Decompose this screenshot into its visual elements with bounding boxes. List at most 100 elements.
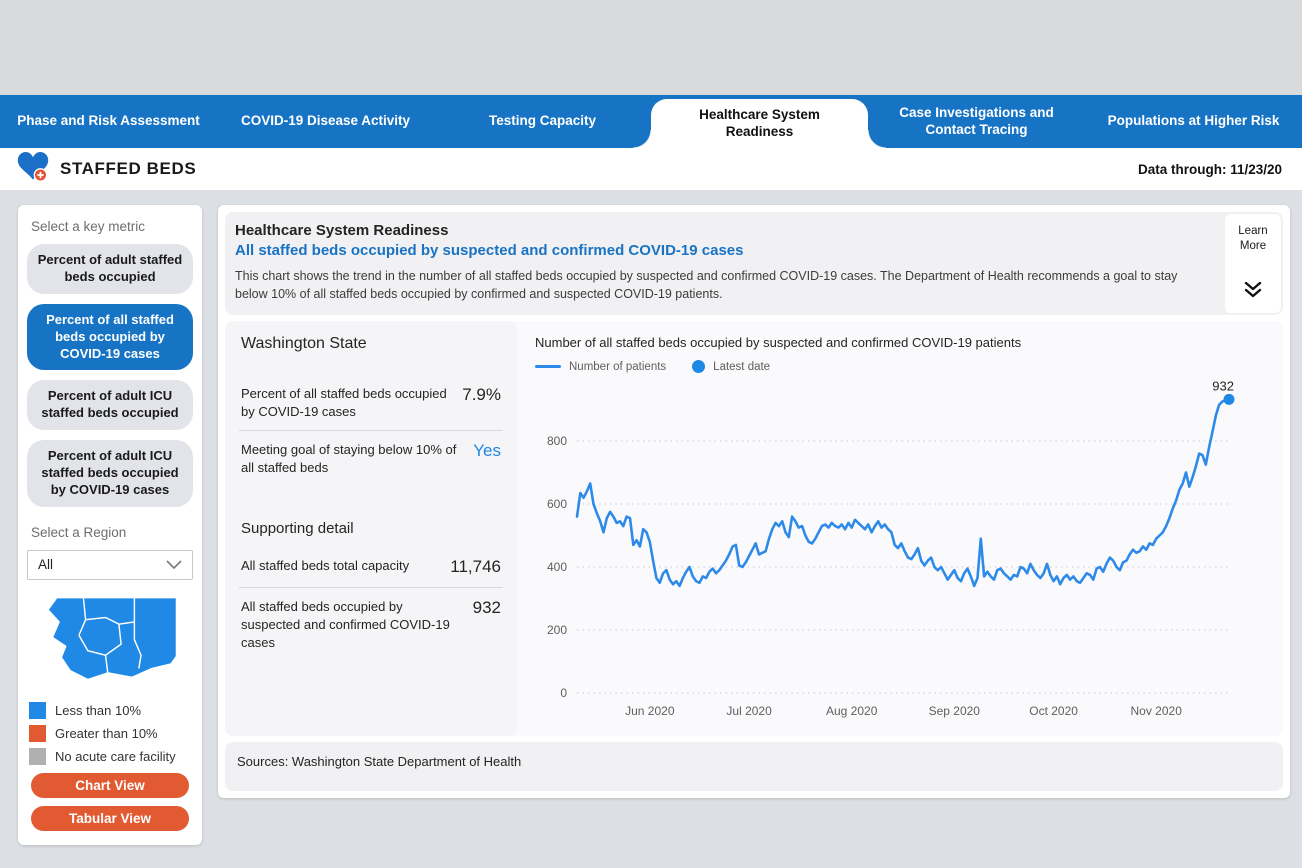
- view-button[interactable]: Chart View: [31, 773, 189, 798]
- view-button-label: Chart View: [75, 778, 145, 793]
- metric-button[interactable]: Percent of adult staffed beds occupied: [27, 244, 193, 294]
- region-dropdown-value: All: [38, 557, 53, 572]
- nav-tab-label: COVID-19 Disease Activity: [241, 113, 410, 130]
- legend-swatch: [29, 702, 46, 719]
- learn-more-button[interactable]: Learn More: [1225, 214, 1281, 313]
- stat-row: All staffed beds total capacity 11,746: [239, 547, 503, 587]
- stat-value: 7.9%: [462, 385, 501, 420]
- svg-text:0: 0: [560, 686, 567, 700]
- metric-button-label: Percent of all staffed beds occupied by …: [46, 312, 174, 361]
- nav-tab[interactable]: Case Investigations and Contact Tracing: [868, 95, 1085, 148]
- stat-label: Meeting goal of staying below 10% of all…: [241, 441, 473, 476]
- chart-legend: Number of patients Latest date: [535, 360, 1277, 373]
- main-nav: Phase and Risk Assessment COVID-19 Diseas…: [0, 95, 1302, 148]
- stat-value: 11,746: [450, 557, 501, 577]
- stat-row: Percent of all staffed beds occupied by …: [239, 375, 503, 430]
- dot-swatch: [692, 360, 705, 373]
- region-block: Select a Region All: [27, 525, 193, 580]
- chart-area: Number of all staffed beds occupied by s…: [517, 321, 1283, 736]
- stat-row: Meeting goal of staying below 10% of all…: [239, 430, 503, 486]
- supporting-detail-title: Supporting detail: [241, 520, 503, 537]
- nav-tab[interactable]: Healthcare System Readiness: [651, 99, 868, 148]
- svg-text:Jun 2020: Jun 2020: [625, 704, 675, 718]
- metric-button-list: Percent of adult staffed beds occupied Pe…: [27, 244, 193, 507]
- region-dropdown[interactable]: All: [27, 550, 193, 580]
- view-button-group: Chart View Tabular View: [27, 773, 193, 831]
- page-title: STAFFED BEDS: [60, 159, 196, 179]
- content: Select a key metric Percent of adult sta…: [0, 190, 1302, 845]
- metric-button[interactable]: Percent of all staffed beds occupied by …: [27, 304, 193, 371]
- stats-region-title: Washington State: [241, 335, 503, 353]
- main-header-text: Healthcare System Readiness All staffed …: [225, 212, 1217, 315]
- metric-button-label: Percent of adult staffed beds occupied: [38, 252, 182, 284]
- nav-tab-label: Healthcare System Readiness: [665, 107, 854, 141]
- chart-subtitle: All staffed beds occupied by suspected a…: [235, 242, 1203, 259]
- legend-label: Less than 10%: [55, 703, 141, 718]
- metric-button[interactable]: Percent of adult ICU staffed beds occupi…: [27, 380, 193, 430]
- key-stats: Percent of all staffed beds occupied by …: [239, 375, 503, 486]
- sources-text: Sources: Washington State Department of …: [237, 754, 521, 769]
- nav-tab-label: Testing Capacity: [489, 113, 596, 130]
- double-chevron-down-icon: [1244, 282, 1262, 303]
- nav-tab-label: Populations at Higher Risk: [1108, 113, 1280, 130]
- nav-tab-label: Case Investigations and Contact Tracing: [882, 105, 1071, 139]
- header-strip: STAFFED BEDS Data through: 11/23/20: [0, 148, 1302, 190]
- metric-button-label: Percent of adult ICU staffed beds occupi…: [41, 388, 178, 420]
- svg-text:600: 600: [547, 497, 567, 511]
- chart-legend-item: Number of patients: [535, 361, 666, 373]
- data-through-label: Data through: 11/23/20: [1138, 162, 1282, 177]
- svg-text:Jul 2020: Jul 2020: [726, 704, 772, 718]
- line-chart[interactable]: 0 200 400 600 800 Jun 2020 Jul 2020 Aug 2020 Sep…: [533, 375, 1245, 727]
- svg-text:932: 932: [1212, 379, 1234, 394]
- map-legend-item: Greater than 10%: [29, 725, 191, 742]
- chart-legend-label: Latest date: [713, 361, 770, 373]
- stat-value: 932: [473, 598, 501, 651]
- region-label: Select a Region: [31, 525, 193, 540]
- svg-text:Oct 2020: Oct 2020: [1029, 704, 1078, 718]
- nav-tab[interactable]: COVID-19 Disease Activity: [217, 95, 434, 148]
- chevron-down-icon: [166, 557, 182, 572]
- chart-legend-label: Number of patients: [569, 361, 666, 373]
- map-legend-item: No acute care facility: [29, 748, 191, 765]
- svg-text:400: 400: [547, 560, 567, 574]
- section-title: Healthcare System Readiness: [235, 222, 1203, 239]
- sidebar: Select a key metric Percent of adult sta…: [18, 205, 202, 845]
- legend-swatch: [29, 725, 46, 742]
- metric-button[interactable]: Percent of adult ICU staffed beds occupi…: [27, 440, 193, 507]
- nav-tab[interactable]: Populations at Higher Risk: [1085, 95, 1302, 148]
- stats-panel: Washington State Percent of all staffed …: [225, 321, 517, 736]
- stat-value: Yes: [473, 441, 501, 476]
- map-legend: Less than 10% Greater than 10% No acute …: [27, 702, 193, 765]
- main-card: Healthcare System Readiness All staffed …: [218, 205, 1290, 798]
- legend-swatch: [29, 748, 46, 765]
- view-button-label: Tabular View: [69, 811, 151, 826]
- nav-tab[interactable]: Phase and Risk Assessment: [0, 95, 217, 148]
- legend-label: Greater than 10%: [55, 726, 158, 741]
- stat-label: Percent of all staffed beds occupied by …: [241, 385, 462, 420]
- stat-row: All staffed beds occupied by suspected a…: [239, 587, 503, 661]
- metric-button-label: Percent of adult ICU staffed beds occupi…: [41, 448, 178, 497]
- heart-plus-icon: [16, 151, 50, 187]
- chart-title: Number of all staffed beds occupied by s…: [535, 335, 1277, 350]
- chart-legend-item: Latest date: [692, 360, 770, 373]
- map-legend-item: Less than 10%: [29, 702, 191, 719]
- svg-text:Nov 2020: Nov 2020: [1131, 704, 1183, 718]
- svg-text:Sep 2020: Sep 2020: [929, 704, 981, 718]
- line-swatch: [535, 365, 561, 368]
- legend-label: No acute care facility: [55, 749, 176, 764]
- washington-map[interactable]: [27, 592, 193, 694]
- nav-tab[interactable]: Testing Capacity: [434, 95, 651, 148]
- learn-more-label: Learn More: [1229, 224, 1277, 254]
- main-body: Washington State Percent of all staffed …: [225, 321, 1283, 736]
- svg-text:Aug 2020: Aug 2020: [826, 704, 878, 718]
- view-button[interactable]: Tabular View: [31, 806, 189, 831]
- supporting-stats: All staffed beds total capacity 11,746 A…: [239, 547, 503, 661]
- main-header: Healthcare System Readiness All staffed …: [225, 212, 1283, 315]
- svg-text:200: 200: [547, 623, 567, 637]
- nav-tab-label: Phase and Risk Assessment: [17, 113, 200, 130]
- brand: STAFFED BEDS: [16, 151, 196, 187]
- sources-strip: Sources: Washington State Department of …: [225, 742, 1283, 791]
- svg-text:800: 800: [547, 434, 567, 448]
- top-band: [0, 0, 1302, 95]
- stat-label: All staffed beds total capacity: [241, 557, 450, 577]
